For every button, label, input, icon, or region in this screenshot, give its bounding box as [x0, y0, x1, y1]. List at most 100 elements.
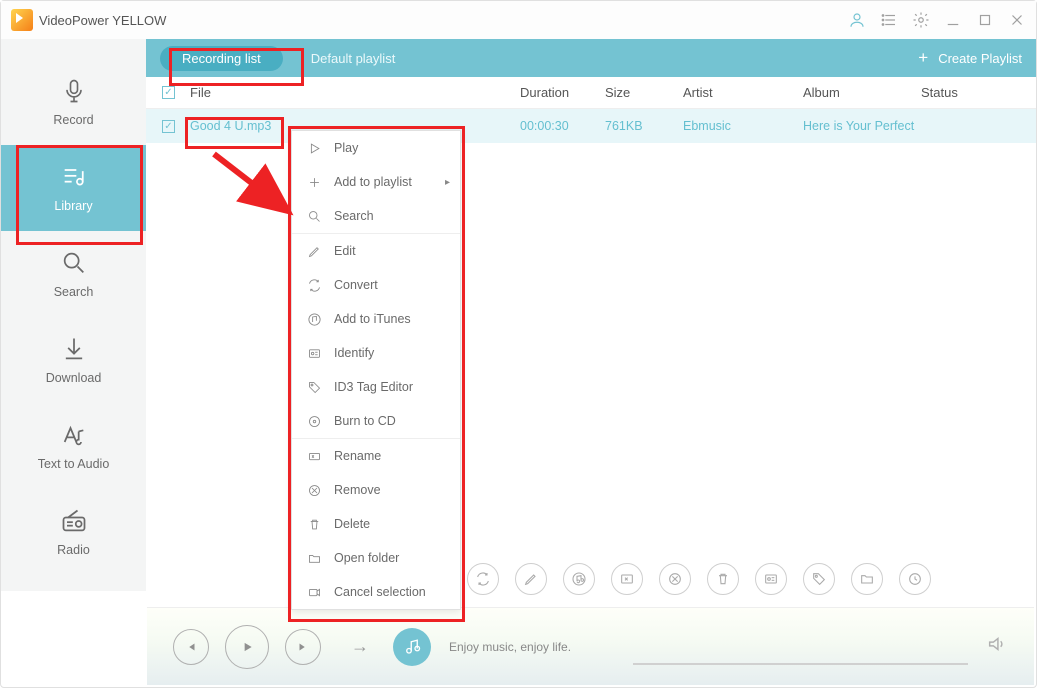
- cell-duration: 00:00:30: [520, 119, 605, 133]
- account-icon[interactable]: [848, 11, 866, 29]
- col-artist[interactable]: Artist: [683, 85, 803, 100]
- row-checkbox[interactable]: ✓: [162, 120, 175, 133]
- tool-edit-icon[interactable]: [515, 563, 547, 595]
- radio-icon: [60, 507, 88, 535]
- menu-label: Rename: [334, 449, 381, 463]
- menu-label: Add to iTunes: [334, 312, 411, 326]
- play-icon: [306, 140, 322, 156]
- menu-label: Play: [334, 141, 358, 155]
- cell-artist: Ebmusic: [683, 119, 803, 133]
- menu-add-to-itunes[interactable]: Add to iTunes: [292, 302, 460, 336]
- search-icon: [60, 249, 88, 277]
- sidebar-label: Text to Audio: [38, 457, 110, 471]
- tool-identify-icon[interactable]: [755, 563, 787, 595]
- sidebar-item-radio[interactable]: Radio: [1, 489, 146, 575]
- sidebar-label: Record: [53, 113, 93, 127]
- tool-folder-icon[interactable]: [851, 563, 883, 595]
- menu-label: Add to playlist: [334, 175, 412, 189]
- cd-icon: [306, 413, 322, 429]
- col-album[interactable]: Album: [803, 85, 921, 100]
- menu-cancel-selection[interactable]: Cancel selection: [292, 575, 460, 609]
- menu-label: Search: [334, 209, 374, 223]
- minimize-button[interactable]: [944, 11, 962, 29]
- titlebar: VideoPower YELLOW: [1, 1, 1036, 39]
- folder-icon: [306, 550, 322, 566]
- menu-remove[interactable]: Remove: [292, 473, 460, 507]
- plus-icon: +: [918, 48, 928, 68]
- sidebar-item-download[interactable]: Download: [1, 317, 146, 403]
- player-bar: → Enjoy music, enjoy life.: [147, 607, 1034, 685]
- settings-icon[interactable]: [912, 11, 930, 29]
- tab-recording-list[interactable]: Recording list: [160, 46, 283, 71]
- col-status[interactable]: Status: [921, 85, 958, 100]
- progress-bar[interactable]: [633, 663, 968, 665]
- sidebar: Record Library Search Download Text to A…: [1, 39, 146, 591]
- rename-icon: [306, 448, 322, 464]
- window-controls: [848, 11, 1026, 29]
- app-logo-icon: [11, 9, 33, 31]
- menu-label: Edit: [334, 244, 356, 258]
- volume-icon[interactable]: [986, 633, 1008, 660]
- tool-tag-icon[interactable]: [803, 563, 835, 595]
- edit-icon: [306, 243, 322, 259]
- menu-rename[interactable]: Rename: [292, 439, 460, 473]
- tool-remove-icon[interactable]: [659, 563, 691, 595]
- cell-album: Here is Your Perfect: [803, 119, 921, 133]
- menu-label: Convert: [334, 278, 378, 292]
- table-row[interactable]: ✓ Good 4 U.mp3 00:00:30 761KB Ebmusic He…: [146, 109, 1036, 143]
- playlist-tabs: Recording list Default playlist + Create…: [146, 39, 1036, 77]
- context-menu: Play Add to playlist ▸ Search Edit Conve…: [291, 130, 461, 610]
- menu-play[interactable]: Play: [292, 131, 460, 165]
- menu-add-to-playlist[interactable]: Add to playlist ▸: [292, 165, 460, 199]
- cell-size: 761KB: [605, 119, 683, 133]
- sidebar-label: Library: [54, 199, 92, 213]
- menu-open-folder[interactable]: Open folder: [292, 541, 460, 575]
- tool-history-icon[interactable]: [899, 563, 931, 595]
- close-button[interactable]: [1008, 11, 1026, 29]
- list-icon[interactable]: [880, 11, 898, 29]
- sidebar-item-text-to-audio[interactable]: Text to Audio: [1, 403, 146, 489]
- menu-burn-to-cd[interactable]: Burn to CD: [292, 404, 460, 438]
- text-to-audio-icon: [60, 421, 88, 449]
- col-size[interactable]: Size: [605, 85, 683, 100]
- sidebar-item-library[interactable]: Library: [1, 145, 146, 231]
- maximize-button[interactable]: [976, 11, 994, 29]
- download-icon: [60, 335, 88, 363]
- col-duration[interactable]: Duration: [520, 85, 605, 100]
- next-button[interactable]: [285, 629, 321, 665]
- menu-identify[interactable]: Identify: [292, 336, 460, 370]
- menu-convert[interactable]: Convert: [292, 268, 460, 302]
- menu-delete[interactable]: Delete: [292, 507, 460, 541]
- menu-id3-tag-editor[interactable]: ID3 Tag Editor: [292, 370, 460, 404]
- remove-icon: [306, 482, 322, 498]
- sidebar-item-search[interactable]: Search: [1, 231, 146, 317]
- delete-icon: [306, 516, 322, 532]
- sidebar-label: Search: [54, 285, 94, 299]
- tool-delete-icon[interactable]: [707, 563, 739, 595]
- menu-label: Identify: [334, 346, 374, 360]
- sidebar-label: Radio: [57, 543, 90, 557]
- select-all-checkbox[interactable]: ✓: [162, 86, 175, 99]
- repeat-mode-icon[interactable]: →: [351, 636, 369, 657]
- tab-default-playlist[interactable]: Default playlist: [311, 51, 396, 66]
- tool-rename-icon[interactable]: [611, 563, 643, 595]
- now-playing-icon[interactable]: [393, 628, 431, 666]
- menu-label: Open folder: [334, 551, 399, 565]
- play-button[interactable]: [225, 625, 269, 669]
- prev-button[interactable]: [173, 629, 209, 665]
- sidebar-item-record[interactable]: Record: [1, 59, 146, 145]
- col-file[interactable]: File: [190, 85, 520, 100]
- menu-label: Remove: [334, 483, 381, 497]
- tag-icon: [306, 379, 322, 395]
- action-toolbar: [467, 563, 1016, 595]
- menu-label: Cancel selection: [334, 585, 426, 599]
- identify-icon: [306, 345, 322, 361]
- create-playlist-button[interactable]: + Create Playlist: [918, 48, 1022, 68]
- submenu-arrow-icon: ▸: [445, 177, 450, 188]
- menu-edit[interactable]: Edit: [292, 234, 460, 268]
- menu-search[interactable]: Search: [292, 199, 460, 233]
- menu-label: Delete: [334, 517, 370, 531]
- tool-itunes-icon[interactable]: [563, 563, 595, 595]
- tool-convert-icon[interactable]: [467, 563, 499, 595]
- table-header: ✓ File Duration Size Artist Album Status: [146, 77, 1036, 109]
